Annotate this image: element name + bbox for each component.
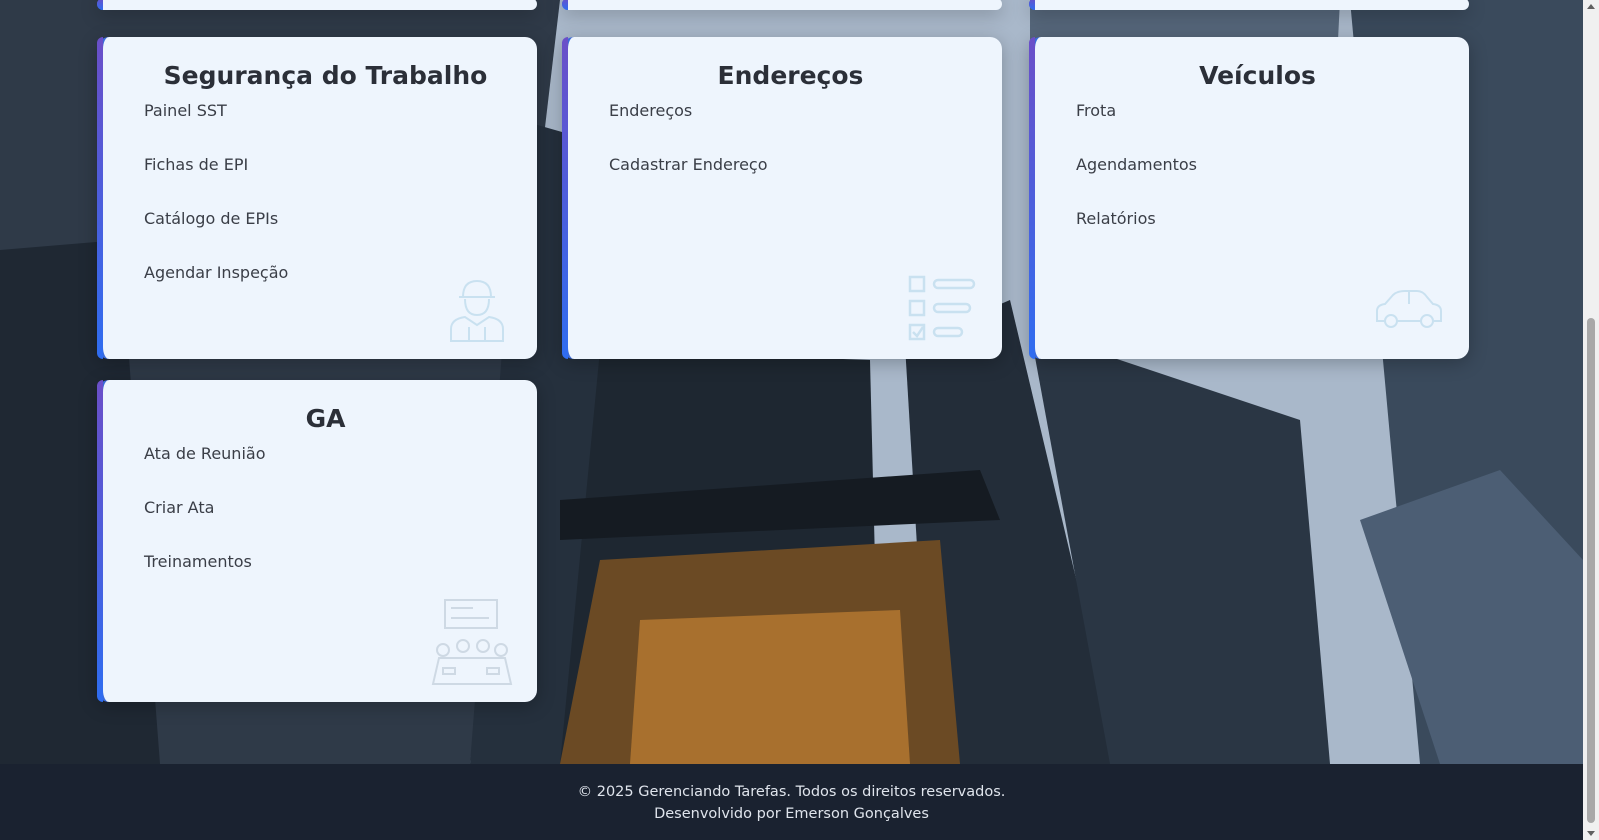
card-previous-1 — [97, 0, 537, 10]
menu-link-ata-de-reuniao[interactable]: Ata de Reunião — [144, 443, 507, 497]
menu-link-fichas-epi[interactable]: Fichas de EPI — [144, 154, 507, 208]
card-title: GA — [305, 404, 346, 433]
menu-link-criar-ata[interactable]: Criar Ata — [144, 497, 507, 551]
menu-link-frota[interactable]: Frota — [1076, 100, 1439, 154]
menu-link-catalogo-epis[interactable]: Catálogo de EPIs — [144, 208, 507, 262]
card-title: Veículos — [1199, 61, 1316, 90]
scroll-up-arrow-icon[interactable] — [1587, 4, 1595, 9]
menu-link-relatorios[interactable]: Relatórios — [1076, 208, 1439, 262]
card-enderecos: Endereços Endereços Cadastrar Endereço — [562, 37, 1002, 359]
card-title: Endereços — [717, 61, 864, 90]
card-previous-2 — [562, 0, 1002, 10]
menu-link-cadastrar-endereco[interactable]: Cadastrar Endereço — [609, 154, 972, 208]
card-title: Segurança do Trabalho — [163, 61, 488, 90]
footer-copyright: © 2025 Gerenciando Tarefas. Todos os dir… — [577, 784, 1006, 800]
scroll-down-arrow-icon[interactable] — [1587, 831, 1595, 836]
card-seguranca-trabalho: Segurança do Trabalho Painel SST Fichas … — [97, 37, 537, 359]
menu-link-enderecos[interactable]: Endereços — [609, 100, 972, 154]
menu-link-agendamentos[interactable]: Agendamentos — [1076, 154, 1439, 208]
car-icon — [1376, 290, 1442, 328]
checklist-icon — [908, 275, 976, 341]
vertical-scrollbar[interactable] — [1583, 0, 1599, 840]
scrollbar-thumb[interactable] — [1587, 318, 1595, 823]
card-ga: GA Ata de Reunião Criar Ata Treinamentos — [97, 380, 537, 702]
menu-link-painel-sst[interactable]: Painel SST — [144, 100, 507, 154]
card-previous-3 — [1029, 0, 1469, 10]
card-veiculos: Veículos Frota Agendamentos Relatórios — [1029, 37, 1469, 359]
worker-icon — [450, 279, 504, 342]
meeting-icon — [431, 599, 513, 685]
site-footer: © 2025 Gerenciando Tarefas. Todos os dir… — [0, 764, 1583, 840]
footer-credit: Desenvolvido por Emerson Gonçalves — [654, 806, 929, 822]
